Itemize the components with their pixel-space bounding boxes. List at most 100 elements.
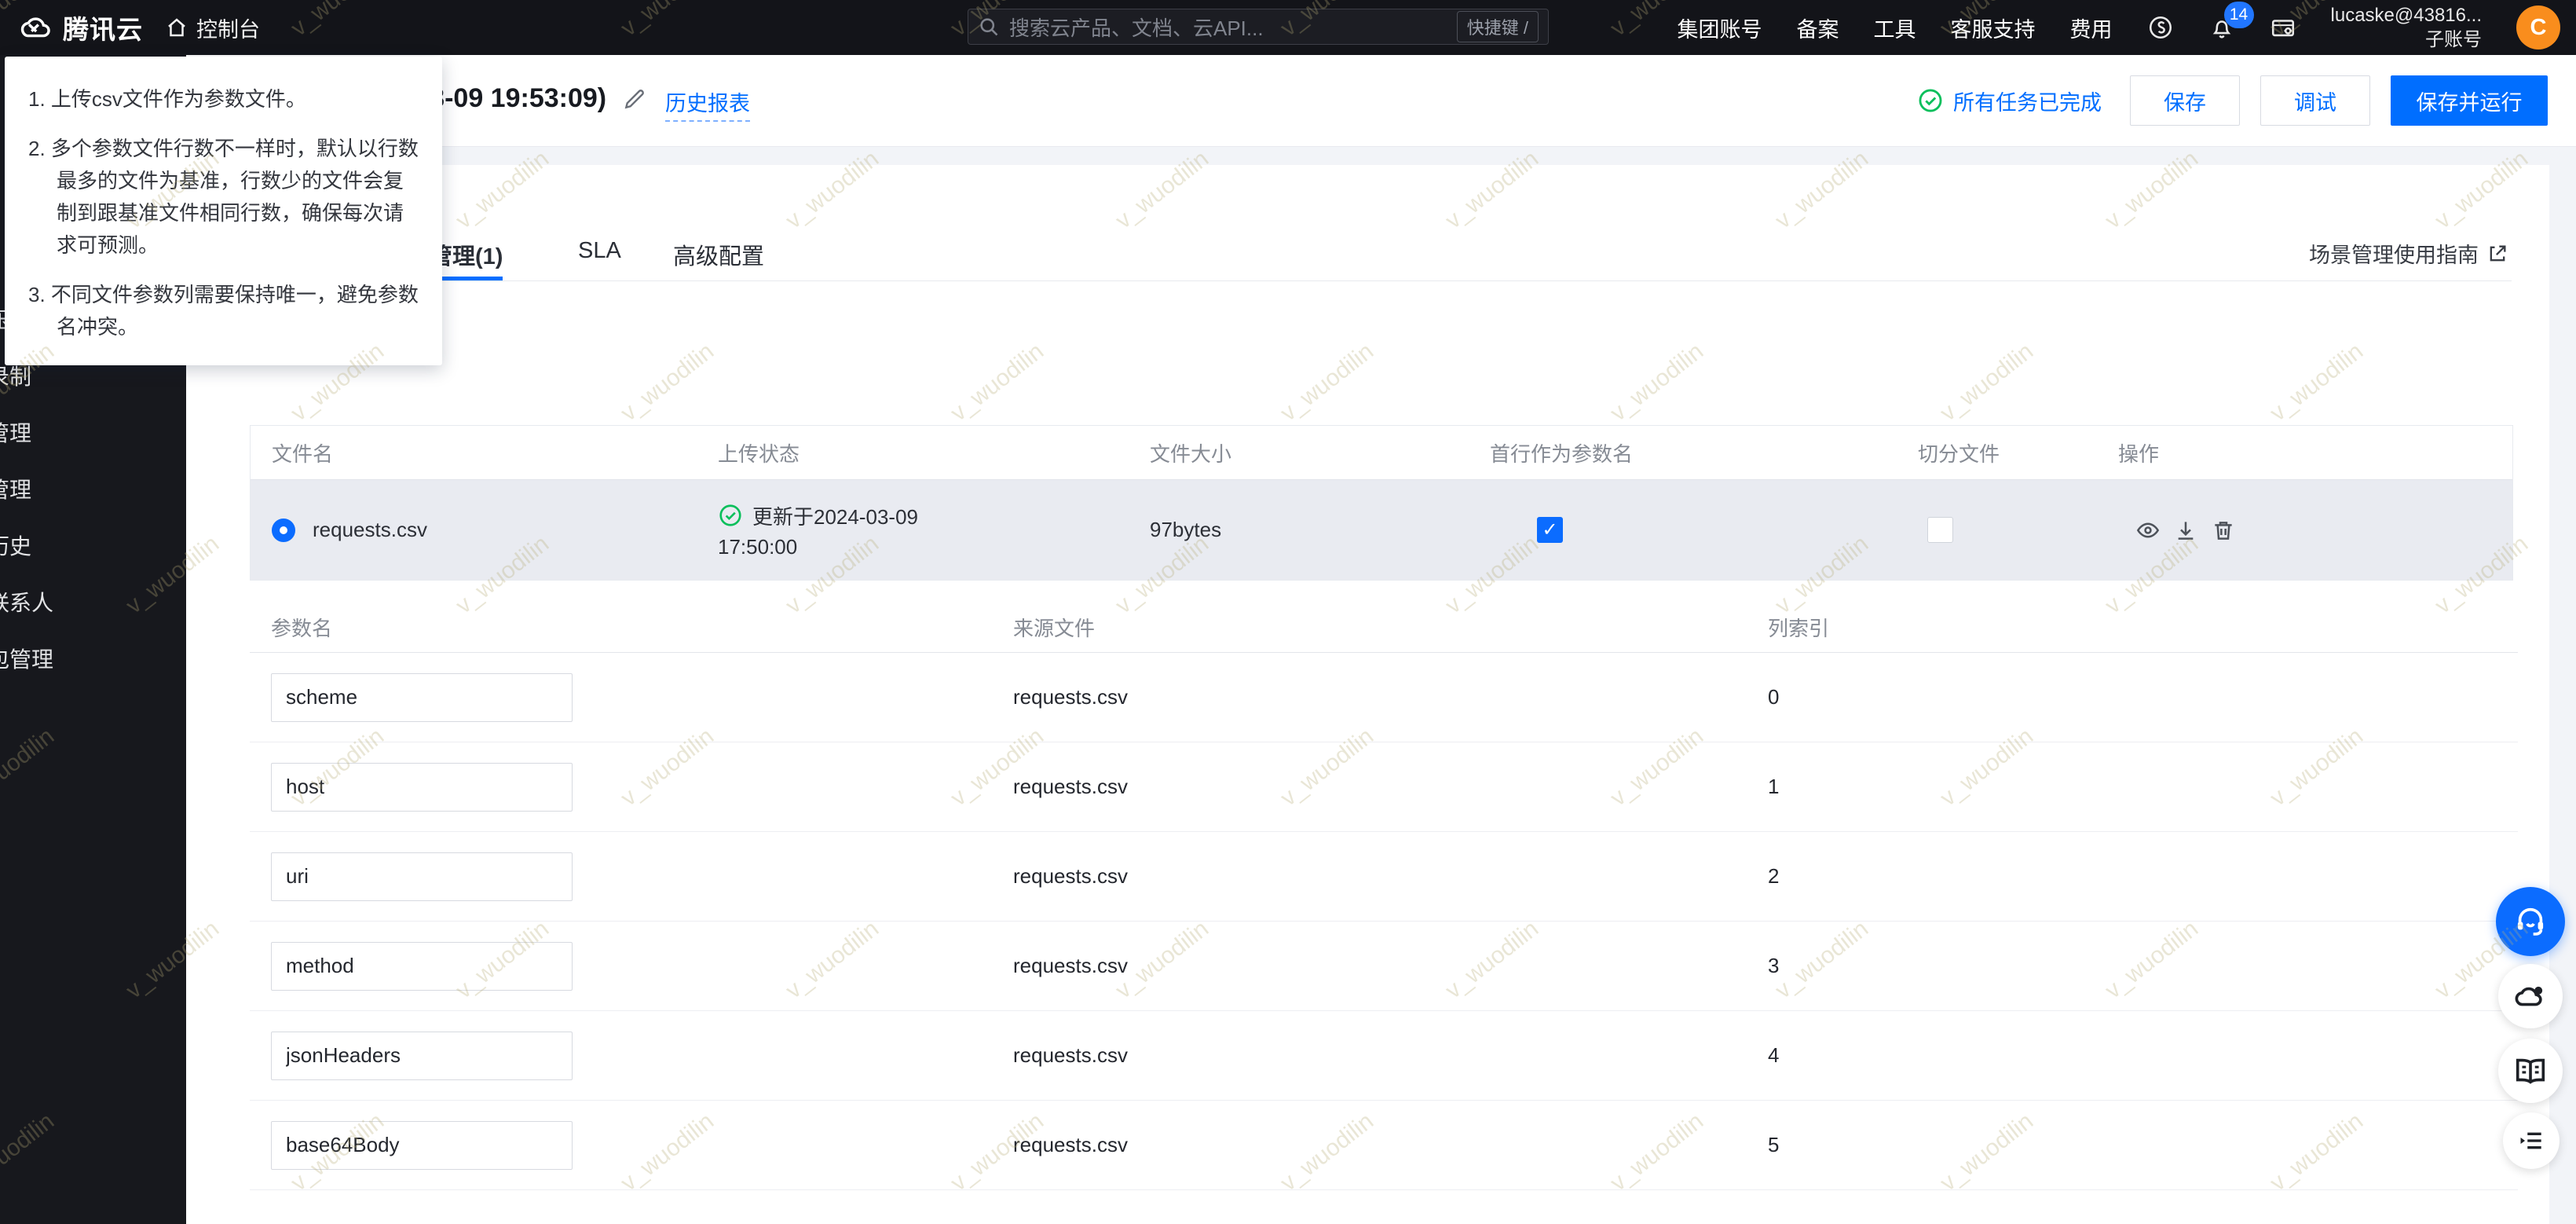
promotion-icon[interactable] <box>2147 14 2174 41</box>
file-table: 文件名 上传状态 文件大小 首行作为参数名 切分文件 操作 requests.c… <box>250 425 2513 581</box>
parameter-row: requests.csv 2 <box>250 832 2518 922</box>
scene-guide-label: 场景管理使用指南 <box>2309 244 2479 267</box>
account-name: lucaske@43816... <box>2330 5 2482 26</box>
split-file-checkbox[interactable] <box>1927 517 1953 543</box>
navbar-right: 集团账号 备案 工具 客服支持 费用 14 lucaske@43816... 子… <box>1678 0 2560 55</box>
tooltip-item: 3. 不同文件参数列需要保持唯一，避免参数名冲突。 <box>28 283 419 339</box>
delete-trash-icon[interactable] <box>2211 518 2236 543</box>
sidebar-item[interactable]: 联系人 <box>0 574 186 630</box>
save-button[interactable]: 保存 <box>2130 75 2240 126</box>
file-status-date: 更新于2024-03-09 <box>752 504 918 529</box>
search-shortcut-badge: 快捷键 / <box>1456 11 1539 42</box>
docs-fab[interactable] <box>2498 1039 2563 1103</box>
history-report-link[interactable]: 历史报表 <box>665 86 750 122</box>
page-root: 腾讯云 控制台 搜索云产品、文档、云API... 快捷键 / 集团账号 备案 工… <box>0 0 2576 1224</box>
tab-sla[interactable]: SLA <box>578 232 621 280</box>
customer-service-fab[interactable] <box>2496 887 2565 956</box>
account-info[interactable]: lucaske@43816... 子账号 <box>2331 3 2482 52</box>
tabs-bar: 文件管理(1) SLA 高级配置 场景管理使用指南 <box>250 232 2512 281</box>
nav-item-support[interactable]: 客服支持 <box>1951 13 2036 43</box>
tab-advanced-config[interactable]: 高级配置 <box>673 232 764 280</box>
param-name-input[interactable] <box>271 941 573 991</box>
param-column-index: 0 <box>1768 685 1780 709</box>
list-menu-icon <box>2520 1132 2541 1149</box>
parameter-table: 参数名 来源文件 列索引 requests.csv 0 requests.csv <box>250 602 2518 1190</box>
tooltip-item: 2. 多个参数文件行数不一样时，默认以行数最多的文件为基准，行数少的文件会复制到… <box>28 137 419 257</box>
cloud-alert-fab[interactable] <box>2498 964 2563 1028</box>
param-name-input[interactable] <box>271 672 573 722</box>
account-type: 子账号 <box>2425 29 2482 50</box>
avatar[interactable]: C <box>2516 5 2560 49</box>
file-table-row[interactable]: requests.csv 更新于2024-03-09 17:50:00 97by… <box>251 479 2512 580</box>
open-book-icon <box>2516 1058 2545 1084</box>
sidebar-item[interactable]: 管理 <box>0 404 186 460</box>
col-column-index: 列索引 <box>1768 616 1830 640</box>
headset-icon <box>2517 907 2544 936</box>
param-name-input[interactable] <box>271 762 573 812</box>
col-upload-status: 上传状态 <box>718 442 800 466</box>
scene-guide-link[interactable]: 场景管理使用指南 <box>2309 238 2508 269</box>
nav-item-icp[interactable]: 备案 <box>1797 13 1839 43</box>
parameter-file-tooltip: 1. 上传csv文件作为参数文件。 2. 多个参数文件行数不一样时，默认以行数最多… <box>5 57 442 365</box>
nav-item-group-account[interactable]: 集团账号 <box>1678 13 1762 43</box>
save-and-run-button[interactable]: 保存并运行 <box>2391 75 2548 126</box>
file-size: 97bytes <box>1150 518 1222 541</box>
download-icon[interactable] <box>2173 518 2198 543</box>
file-status-time: 17:50:00 <box>718 534 798 559</box>
main-panel: 文件管理(1) SLA 高级配置 场景管理使用指南 参数文件(1) 协议文件 <box>186 165 2549 1224</box>
parameter-row: requests.csv 1 <box>250 742 2518 832</box>
nav-item-tools[interactable]: 工具 <box>1874 13 1916 43</box>
param-source-file: requests.csv <box>1013 1133 1128 1156</box>
param-column-index: 2 <box>1768 864 1780 888</box>
col-split-file: 切分文件 <box>1918 442 2000 466</box>
col-file-size: 文件大小 <box>1150 442 1232 466</box>
param-name-input[interactable] <box>271 852 573 901</box>
tasks-complete-status: 所有任务已完成 <box>1917 86 2102 116</box>
col-source-file: 来源文件 <box>1013 616 1096 640</box>
search-icon <box>980 18 998 36</box>
param-column-index: 3 <box>1768 954 1780 977</box>
cloud-bell-icon <box>2515 986 2543 1006</box>
parameter-rows: requests.csv 0 requests.csv 1 requests.c… <box>250 653 2518 1190</box>
upload-success-icon <box>719 504 741 526</box>
console-link[interactable]: 控制台 <box>165 0 260 55</box>
global-search[interactable]: 搜索云产品、文档、云API... 快捷键 / <box>968 9 1549 45</box>
brand-name: 腾讯云 <box>63 15 143 44</box>
parameter-row: requests.csv 5 <box>250 1101 2518 1190</box>
success-check-icon <box>1919 89 1942 112</box>
first-row-as-param-checkbox[interactable]: ✓ <box>1537 517 1563 543</box>
scene-title-bar: (2024-03-09 19:53:09) 历史报表 所有任务已完成 保存 调试… <box>186 55 2576 147</box>
tooltip-item: 1. 上传csv文件作为参数文件。 <box>28 87 306 111</box>
tooltip-list: 1. 上传csv文件作为参数文件。 2. 多个参数文件行数不一样时，默认以行数最多… <box>28 83 419 343</box>
param-name-input[interactable] <box>271 1031 573 1080</box>
title-actions: 所有任务已完成 保存 调试 保存并运行 <box>1917 75 2548 126</box>
top-navbar: 腾讯云 控制台 搜索云产品、文档、云API... 快捷键 / 集团账号 备案 工… <box>0 0 2576 55</box>
param-source-file: requests.csv <box>1013 685 1128 709</box>
sidebar-item[interactable]: 管理 <box>0 460 186 517</box>
feedback-list-fab[interactable] <box>2503 1112 2560 1169</box>
param-column-index: 1 <box>1768 775 1780 798</box>
home-icon <box>168 18 185 37</box>
parameter-row: requests.csv 3 <box>250 922 2518 1011</box>
param-source-file: requests.csv <box>1013 954 1128 977</box>
brand[interactable]: 腾讯云 <box>17 0 143 55</box>
notification-count-badge: 14 <box>2223 2 2254 28</box>
parameter-row: requests.csv 0 <box>250 653 2518 742</box>
col-actions: 操作 <box>2118 442 2160 466</box>
file-name: requests.csv <box>313 518 427 541</box>
parameter-table-header: 参数名 来源文件 列索引 <box>250 602 2518 653</box>
preview-eye-icon[interactable] <box>2135 518 2161 543</box>
sidebar-item[interactable]: 历史 <box>0 517 186 574</box>
file-table-header: 文件名 上传状态 文件大小 首行作为参数名 切分文件 操作 <box>251 426 2512 479</box>
tencent-cloud-logo-icon <box>20 17 50 38</box>
debug-button[interactable]: 调试 <box>2260 75 2370 126</box>
file-row-radio[interactable] <box>272 518 295 542</box>
tasks-complete-label: 所有任务已完成 <box>1953 90 2102 115</box>
param-name-input[interactable] <box>271 1120 573 1170</box>
billing-center-icon[interactable] <box>2270 14 2296 41</box>
col-first-row-as-param: 首行作为参数名 <box>1490 442 1634 466</box>
notifications-button[interactable]: 14 <box>2208 2 2254 41</box>
edit-title-icon[interactable] <box>622 86 647 112</box>
nav-item-billing[interactable]: 费用 <box>2070 13 2113 43</box>
sidebar-item[interactable]: 包管理 <box>0 630 186 687</box>
